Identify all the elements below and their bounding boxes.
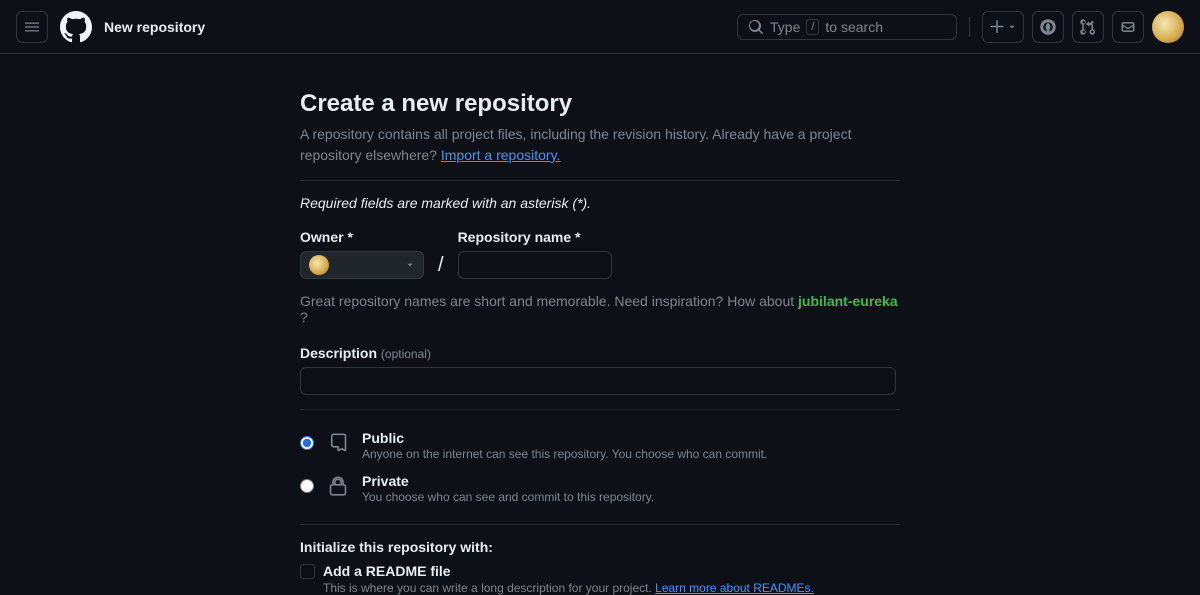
divider [969, 17, 970, 37]
public-desc: Anyone on the internet can see this repo… [362, 447, 767, 461]
owner-field: Owner * [300, 229, 424, 279]
private-title: Private [362, 473, 654, 489]
hamburger-menu-button[interactable] [16, 11, 48, 43]
notifications-button[interactable] [1112, 11, 1144, 43]
search-input[interactable]: Type / to search [737, 14, 957, 40]
description-input[interactable] [300, 367, 896, 395]
readme-body: Add a README file This is where you can … [323, 563, 814, 595]
create-new-button[interactable] [982, 11, 1024, 43]
visibility-private-body: Private You choose who can see and commi… [362, 473, 654, 504]
required-fields-note: Required fields are marked with an aster… [300, 195, 900, 211]
search-placeholder-prefix: Type [770, 19, 800, 35]
readme-title: Add a README file [323, 563, 814, 579]
search-placeholder-suffix: to search [825, 19, 883, 35]
readme-learn-more-link[interactable]: Learn more about READMEs. [655, 581, 814, 595]
issues-button[interactable] [1032, 11, 1064, 43]
search-kbd-hint: / [806, 19, 819, 35]
divider [300, 524, 900, 525]
owner-select-button[interactable] [300, 251, 424, 279]
user-avatar[interactable] [1152, 11, 1184, 43]
subhead-text: A repository contains all project files,… [300, 126, 851, 163]
pull-requests-button[interactable] [1072, 11, 1104, 43]
repo-name-input[interactable] [458, 251, 612, 279]
visibility-public-body: Public Anyone on the internet can see th… [362, 430, 767, 461]
visibility-private-radio[interactable] [300, 479, 314, 493]
visibility-public-radio[interactable] [300, 436, 314, 450]
owner-avatar [309, 255, 329, 275]
page-heading: Create a new repository [300, 90, 900, 118]
owner-repo-row: Owner * / Repository name * [300, 229, 900, 279]
repo-name-field: Repository name * [458, 229, 612, 279]
suggestion-link[interactable]: jubilant-eureka [798, 293, 898, 309]
global-header: New repository Type / to search [0, 0, 1200, 54]
name-hint: Great repository names are short and mem… [300, 293, 900, 325]
header-right: Type / to search [737, 11, 1184, 43]
repo-name-label: Repository name * [458, 229, 612, 245]
public-title: Public [362, 430, 767, 446]
github-logo[interactable] [60, 11, 92, 43]
repo-icon [326, 430, 350, 454]
description-field: Description (optional) [300, 345, 900, 395]
visibility-public-row: Public Anyone on the internet can see th… [300, 424, 900, 467]
chevron-down-icon [405, 260, 415, 270]
divider [300, 180, 900, 181]
visibility-private-row: Private You choose who can see and commi… [300, 467, 900, 510]
initialize-heading: Initialize this repository with: [300, 539, 900, 555]
header-left: New repository [16, 11, 205, 43]
owner-label: Owner * [300, 229, 424, 245]
page-title: New repository [104, 19, 205, 35]
divider [300, 409, 900, 410]
subhead: A repository contains all project files,… [300, 124, 900, 166]
lock-icon [326, 473, 350, 497]
slash-separator: / [438, 254, 444, 279]
readme-desc: This is where you can write a long descr… [323, 581, 814, 595]
description-label: Description (optional) [300, 345, 900, 361]
private-desc: You choose who can see and commit to thi… [362, 490, 654, 504]
import-repository-link[interactable]: Import a repository. [441, 147, 561, 163]
main-content: Create a new repository A repository con… [300, 90, 900, 595]
readme-row: Add a README file This is where you can … [300, 563, 900, 595]
add-readme-checkbox[interactable] [300, 564, 315, 579]
